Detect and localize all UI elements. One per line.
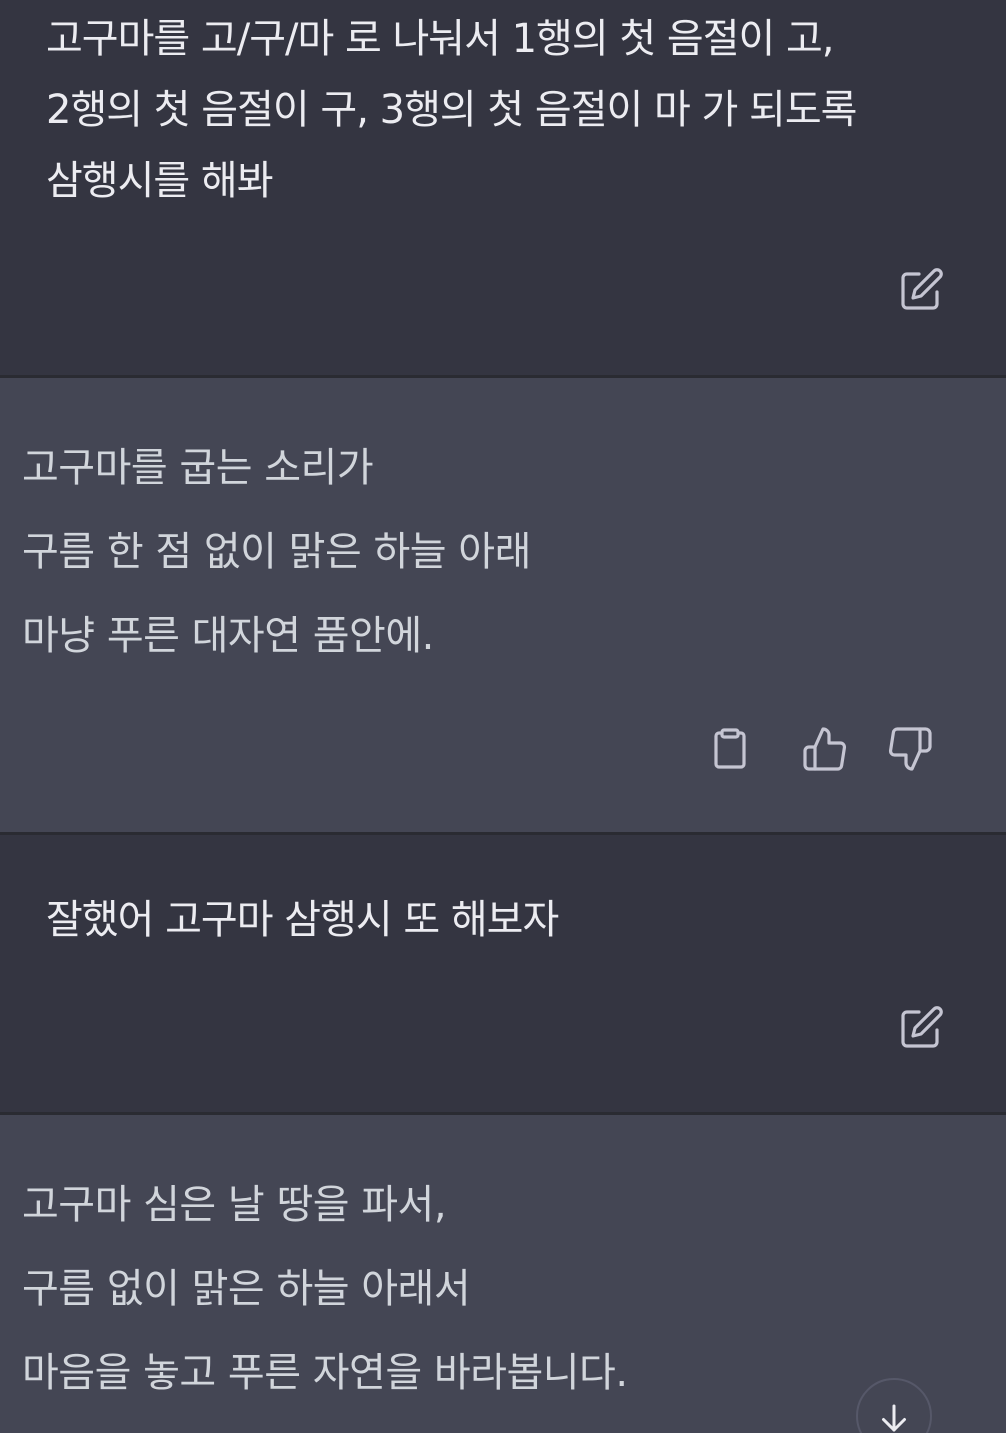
edit-icon[interactable]	[895, 264, 947, 316]
thumbs-down-icon[interactable]	[884, 723, 936, 775]
user-message-text: 잘했어 고구마 삼행시 또 해보자	[46, 897, 559, 943]
edit-icon[interactable]	[895, 1002, 947, 1054]
chat-thread: 고구마를 고/구/마 로 나눠서 1행의 첫 음절이 고, 2행의 첫 음절이 …	[0, 0, 1006, 1433]
thumbs-up-icon[interactable]	[799, 723, 851, 775]
copy-icon[interactable]	[704, 723, 756, 775]
user-message: 잘했어 고구마 삼행시 또 해보자	[0, 835, 1006, 1112]
assistant-message: 고구마 심은 날 땅을 파서, 구름 없이 맑은 하늘 아래서 마음을 놓고 푸…	[0, 1115, 1006, 1433]
user-message-text: 고구마를 고/구/마 로 나눠서 1행의 첫 음절이 고, 2행의 첫 음절이 …	[46, 16, 857, 204]
arrow-down-icon	[882, 1404, 906, 1432]
assistant-message-text: 고구마를 굽는 소리가 구름 한 점 없이 맑은 하늘 아래 마냥 푸른 대자연…	[22, 445, 531, 659]
assistant-message: 고구마를 굽는 소리가 구름 한 점 없이 맑은 하늘 아래 마냥 푸른 대자연…	[0, 378, 1006, 832]
user-message: 고구마를 고/구/마 로 나눠서 1행의 첫 음절이 고, 2행의 첫 음절이 …	[0, 0, 1006, 375]
assistant-message-text: 고구마 심은 날 땅을 파서, 구름 없이 맑은 하늘 아래서 마음을 놓고 푸…	[22, 1182, 628, 1396]
